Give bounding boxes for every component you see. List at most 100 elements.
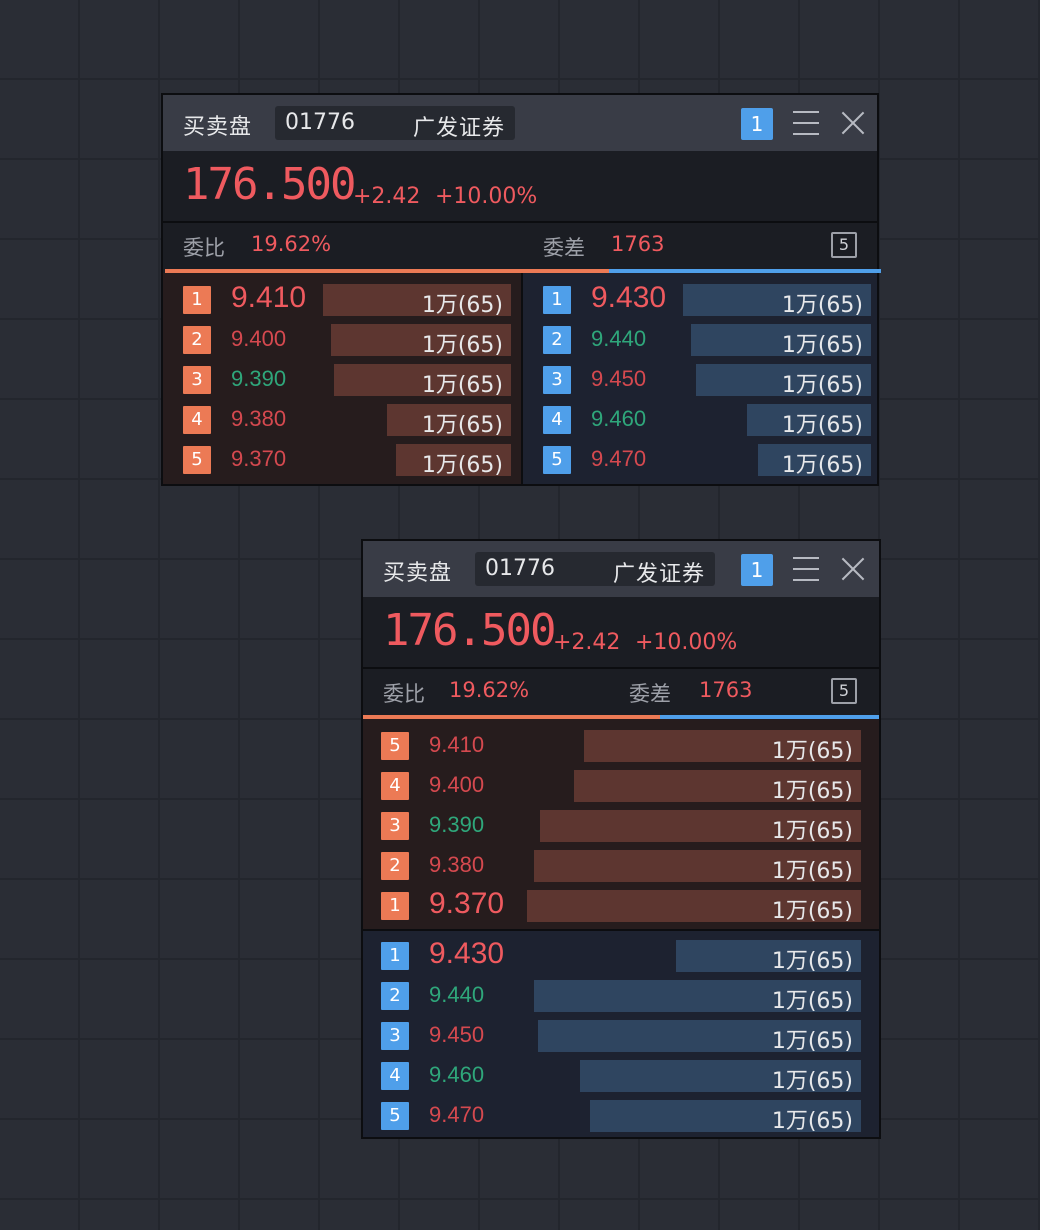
volume-bar: 1万(65) (691, 324, 871, 358)
sell-price: 9.460 (429, 1062, 485, 1087)
menu-icon[interactable] (793, 557, 819, 581)
sell-volume: 1万(65) (781, 453, 863, 478)
account-badge[interactable]: 1 (741, 108, 773, 140)
diff-label: 委差 (543, 236, 585, 260)
level-badge: 4 (381, 1062, 409, 1090)
stock-selector[interactable]: 01776 广发证券 (475, 552, 715, 587)
stock-code: 01776 (485, 556, 555, 581)
buy-row-level-4[interactable]: 4 9.400 1万(65) (363, 766, 879, 806)
buy-row-level-1[interactable]: 1 9.410 1万(65) (163, 280, 521, 320)
sell-volume: 1万(65) (771, 1069, 853, 1094)
level-badge: 4 (381, 772, 409, 800)
sell-price: 9.470 (429, 1102, 485, 1127)
buy-row-level-4[interactable]: 4 9.380 1万(65) (163, 400, 521, 440)
level-badge: 5 (183, 446, 211, 474)
ratio-value: 19.62% (251, 232, 332, 256)
sell-price: 9.450 (591, 366, 647, 391)
volume-bar: 1万(65) (387, 404, 511, 438)
buy-volume: 1万(65) (421, 453, 503, 478)
sell-row-level-4[interactable]: 4 9.460 1万(65) (363, 1056, 879, 1096)
level-badge: 3 (381, 812, 409, 840)
buy-price: 9.400 (429, 772, 485, 797)
volume-bar: 1万(65) (323, 284, 511, 318)
level-badge: 2 (543, 326, 571, 354)
sell-volume: 1万(65) (771, 989, 853, 1014)
volume-bar: 1万(65) (538, 1020, 861, 1054)
close-icon[interactable] (839, 555, 867, 583)
sell-row-level-3[interactable]: 3 9.450 1万(65) (523, 360, 877, 400)
window-title: 买卖盘 (183, 115, 253, 140)
ratio-label: 委比 (183, 236, 225, 260)
sell-price: 9.450 (429, 1022, 485, 1047)
stock-selector[interactable]: 01776 广发证券 (275, 106, 515, 141)
diff-value: 1763 (699, 678, 753, 702)
buy-volume: 1万(65) (771, 899, 853, 924)
buy-price: 9.370 (231, 446, 287, 471)
ratio-value: 19.62% (449, 678, 530, 702)
buy-row-level-5[interactable]: 5 9.370 1万(65) (163, 440, 521, 480)
sell-volume: 1万(65) (781, 293, 863, 318)
sell-volume: 1万(65) (771, 949, 853, 974)
sell-row-level-2[interactable]: 2 9.440 1万(65) (363, 976, 879, 1016)
buy-price: 9.390 (429, 812, 485, 837)
buy-price: 9.380 (231, 406, 287, 431)
volume-bar: 1万(65) (676, 940, 861, 974)
window-titlebar[interactable]: 买卖盘 01776 广发证券 1 (363, 541, 879, 597)
volume-bar: 1万(65) (683, 284, 871, 318)
volume-bar: 1万(65) (331, 324, 511, 358)
depth-levels-toggle[interactable]: 5 (831, 678, 857, 704)
buy-volume: 1万(65) (771, 779, 853, 804)
depth-levels-toggle[interactable]: 5 (831, 232, 857, 258)
sell-row-level-3[interactable]: 3 9.450 1万(65) (363, 1016, 879, 1056)
sell-volume: 1万(65) (781, 413, 863, 438)
volume-bar: 1万(65) (527, 890, 861, 924)
volume-bar: 1万(65) (574, 770, 861, 804)
volume-bar: 1万(65) (334, 364, 511, 398)
sell-row-level-4[interactable]: 4 9.460 1万(65) (523, 400, 877, 440)
level-badge: 1 (381, 892, 409, 920)
volume-bar: 1万(65) (540, 810, 861, 844)
menu-icon[interactable] (793, 111, 819, 135)
level-badge: 2 (183, 326, 211, 354)
order-ratio-row: 委比 19.62% 委差 1763 5 (163, 223, 877, 269)
window-title: 买卖盘 (383, 561, 453, 586)
price-summary: 176.500 +2.42 +10.00% (363, 597, 879, 669)
buy-price: 9.400 (231, 326, 287, 351)
stock-name: 广发证券 (612, 562, 705, 587)
window-titlebar[interactable]: 买卖盘 01776 广发证券 1 (163, 95, 877, 151)
diff-label: 委差 (629, 682, 671, 706)
last-price: 176.500 (183, 159, 356, 210)
buy-row-level-2[interactable]: 2 9.380 1万(65) (363, 846, 879, 886)
order-book-window-1: 买卖盘 01776 广发证券 1 176.500 +2.42 +10.00% 委… (161, 93, 881, 486)
price-change-percent: +10.00% (435, 184, 538, 209)
order-ratio-row: 委比 19.62% 委差 1763 5 (363, 669, 879, 715)
volume-bar: 1万(65) (747, 404, 871, 438)
account-badge[interactable]: 1 (741, 554, 773, 586)
sell-row-level-2[interactable]: 2 9.440 1万(65) (523, 320, 877, 360)
buy-row-level-3[interactable]: 3 9.390 1万(65) (363, 806, 879, 846)
buy-price: 9.410 (429, 732, 485, 757)
price-change: +2.42 (553, 630, 621, 655)
level-badge: 1 (381, 942, 409, 970)
buy-row-level-3[interactable]: 3 9.390 1万(65) (163, 360, 521, 400)
sell-row-level-1[interactable]: 1 9.430 1万(65) (523, 280, 877, 320)
sell-row-level-5[interactable]: 5 9.470 1万(65) (363, 1096, 879, 1136)
sell-row-level-1[interactable]: 1 9.430 1万(65) (363, 936, 879, 976)
sell-row-level-5[interactable]: 5 9.470 1万(65) (523, 440, 877, 480)
level-badge: 4 (543, 406, 571, 434)
volume-bar: 1万(65) (584, 730, 861, 764)
buy-row-level-2[interactable]: 2 9.400 1万(65) (163, 320, 521, 360)
volume-bar: 1万(65) (534, 850, 861, 884)
buy-price: 9.410 (231, 281, 307, 314)
level-badge: 3 (183, 366, 211, 394)
volume-bar: 1万(65) (580, 1060, 861, 1094)
level-badge: 3 (381, 1022, 409, 1050)
buy-volume: 1万(65) (771, 859, 853, 884)
buy-row-level-5[interactable]: 5 9.410 1万(65) (363, 726, 879, 766)
ratio-label: 委比 (383, 682, 425, 706)
level-badge: 5 (381, 1102, 409, 1130)
buy-row-level-1[interactable]: 1 9.370 1万(65) (363, 886, 879, 926)
close-icon[interactable] (839, 109, 867, 137)
buy-price: 9.390 (231, 366, 287, 391)
buy-volume: 1万(65) (421, 413, 503, 438)
